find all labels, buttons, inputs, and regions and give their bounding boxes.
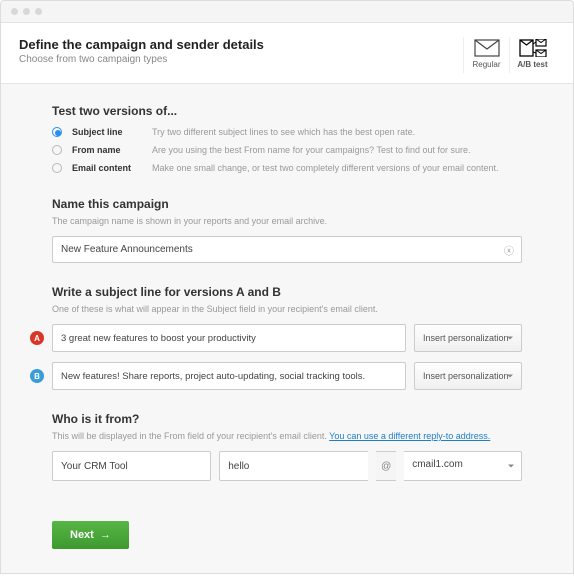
insert-personalization-a[interactable]: Insert personalization: [414, 324, 522, 352]
envelope-icon: [474, 39, 500, 57]
from-sub: This will be displayed in the From field…: [52, 431, 522, 441]
radio-label: Subject line: [72, 127, 142, 137]
from-row: @ cmail1.com: [52, 451, 522, 481]
badge-a: A: [30, 331, 44, 345]
name-campaign-sub: The campaign name is shown in your repor…: [52, 216, 522, 226]
dot-close[interactable]: [11, 8, 18, 15]
test-versions-title: Test two versions of...: [52, 104, 522, 118]
radio-from-name[interactable]: From name Are you using the best From na…: [52, 141, 522, 159]
test-versions-options: Subject line Try two different subject l…: [52, 123, 522, 177]
arrow-right-icon: →: [100, 529, 111, 541]
dot-min[interactable]: [23, 8, 30, 15]
at-symbol: @: [376, 451, 396, 481]
tab-regular-label: Regular: [472, 60, 500, 69]
tab-abtest[interactable]: A/B test: [509, 37, 555, 73]
insert-personalization-b[interactable]: Insert personalization: [414, 362, 522, 390]
radio-desc: Try two different subject lines to see w…: [152, 127, 415, 137]
radio-icon: [52, 127, 62, 137]
campaign-name-input[interactable]: [52, 236, 522, 263]
tab-abtest-label: A/B test: [517, 60, 547, 69]
from-sub-text: This will be displayed in the From field…: [52, 431, 329, 441]
dot-max[interactable]: [35, 8, 42, 15]
campaign-type-tabs: Regular A/B test: [463, 37, 555, 73]
page-title: Define the campaign and sender details: [19, 37, 463, 52]
page-header: Define the campaign and sender details C…: [1, 23, 573, 83]
radio-subject-line[interactable]: Subject line Try two different subject l…: [52, 123, 522, 141]
name-campaign-title: Name this campaign: [52, 197, 522, 211]
window: Define the campaign and sender details C…: [0, 0, 574, 574]
subject-title: Write a subject line for versions A and …: [52, 285, 522, 299]
from-email-input[interactable]: [219, 451, 368, 481]
radio-desc: Make one small change, or test two compl…: [152, 163, 499, 173]
ab-test-icon: [519, 39, 547, 57]
radio-label: Email content: [72, 163, 142, 173]
radio-icon: [52, 145, 62, 155]
subject-sub: One of these is what will appear in the …: [52, 304, 522, 314]
badge-b: B: [30, 369, 44, 383]
radio-email-content[interactable]: Email content Make one small change, or …: [52, 159, 522, 177]
reply-to-link[interactable]: You can use a different reply-to address…: [329, 431, 490, 441]
from-name-input[interactable]: [52, 451, 211, 481]
subject-b-input[interactable]: [52, 362, 406, 390]
radio-label: From name: [72, 145, 142, 155]
subject-a-input[interactable]: [52, 324, 406, 352]
page-subtitle: Choose from two campaign types: [19, 54, 463, 65]
from-domain-select[interactable]: cmail1.com: [404, 451, 522, 481]
from-title: Who is it from?: [52, 412, 522, 426]
tab-regular[interactable]: Regular: [463, 37, 509, 73]
radio-icon: [52, 163, 62, 173]
window-dots: [1, 1, 573, 23]
radio-desc: Are you using the best From name for you…: [152, 145, 471, 155]
clear-icon[interactable]: ⓧ: [504, 242, 514, 257]
subject-row-b: B Insert personalization: [52, 362, 522, 390]
subject-row-a: A Insert personalization: [52, 324, 522, 352]
next-button[interactable]: Next →: [52, 521, 129, 549]
next-button-label: Next: [70, 529, 94, 541]
